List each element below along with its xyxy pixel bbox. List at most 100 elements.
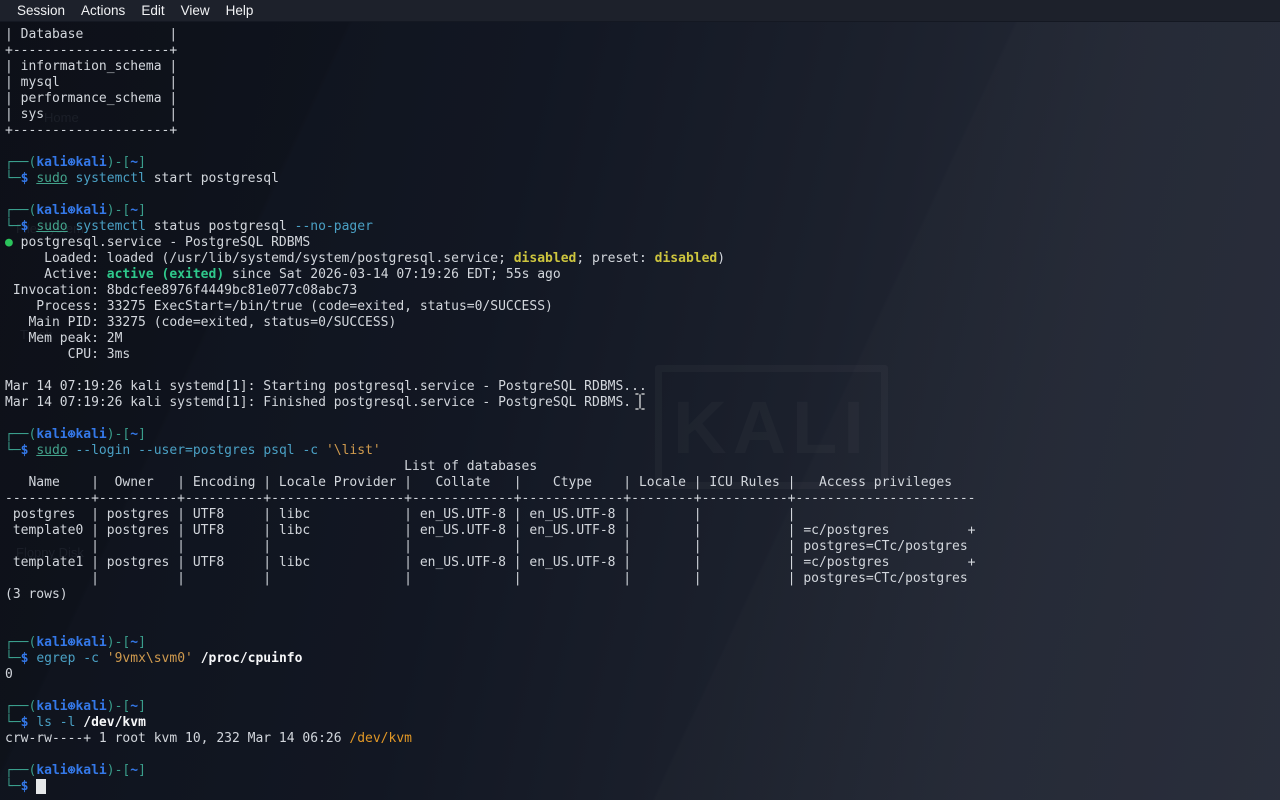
- terminal-line: [5, 603, 1280, 619]
- terminal-text: ~: [130, 699, 138, 714]
- terminal-text: --no-pager: [295, 219, 373, 234]
- terminal-text: Loaded: loaded (/usr/lib/systemd/system/…: [5, 251, 514, 266]
- terminal-text: | information_schema |: [5, 59, 177, 74]
- terminal-line: 0: [5, 667, 1280, 683]
- terminal-text: └─: [5, 651, 21, 666]
- terminal-line: Process: 33275 ExecStart=/bin/true (code…: [5, 299, 1280, 315]
- terminal-text: --login: [75, 443, 130, 458]
- terminal-text: status postgresql: [146, 219, 295, 234]
- terminal-text: ●: [5, 235, 13, 250]
- terminal-text: template0 | postgres | UTF8 | libc | en_…: [5, 523, 976, 538]
- terminal-line: | performance_schema |: [5, 91, 1280, 107]
- menu-help[interactable]: Help: [218, 1, 262, 20]
- terminal-text: --user=postgres: [138, 443, 255, 458]
- terminal-text: kali⊛kali: [36, 155, 106, 170]
- terminal-text: [193, 651, 201, 666]
- menu-view[interactable]: View: [173, 1, 218, 20]
- terminal-text: | mysql |: [5, 75, 177, 90]
- terminal-text: ┌──(: [5, 763, 36, 778]
- terminal-text: -l: [60, 715, 76, 730]
- terminal-line: ┌──(kali⊛kali)-[~]: [5, 155, 1280, 171]
- menu-actions[interactable]: Actions: [73, 1, 133, 20]
- terminal-line: [5, 747, 1280, 763]
- terminal-text: | sys |: [5, 107, 177, 122]
- terminal-line: crw-rw----+ 1 root kvm 10, 232 Mar 14 06…: [5, 731, 1280, 747]
- terminal-text: ]: [138, 763, 146, 778]
- terminal-line: -----------+----------+----------+------…: [5, 491, 1280, 507]
- terminal-text: since Sat 2026-03-14 07:19:26 EDT; 55s a…: [224, 267, 561, 282]
- terminal-line: (3 rows): [5, 587, 1280, 603]
- terminal-text: ; preset:: [576, 251, 654, 266]
- terminal-text: Name | Owner | Encoding | Locale Provide…: [5, 475, 976, 490]
- terminal-text: psql: [263, 443, 294, 458]
- terminal-text: Main PID: 33275 (code=exited, status=0/S…: [5, 315, 396, 330]
- terminal-line: Invocation: 8bdcfee8976f4449bc81e077c08a…: [5, 283, 1280, 299]
- terminal-output[interactable]: | Database |+--------------------+| info…: [0, 22, 1280, 800]
- terminal-text: ~: [130, 203, 138, 218]
- terminal-text: -c: [83, 651, 99, 666]
- terminal-text: ~: [130, 155, 138, 170]
- terminal-text: └─: [5, 443, 21, 458]
- terminal-text: ls: [36, 715, 52, 730]
- terminal-text: -----------+----------+----------+------…: [5, 491, 976, 506]
- terminal-text: ]: [138, 699, 146, 714]
- terminal-text: +--------------------+: [5, 43, 177, 58]
- terminal-text: sudo: [36, 219, 67, 234]
- terminal-text: kali⊛kali: [36, 427, 106, 442]
- terminal-text: List of databases: [5, 459, 537, 474]
- terminal-text: [130, 443, 138, 458]
- terminal-text: /dev/kvm: [349, 731, 412, 746]
- terminal-text: systemctl: [75, 171, 145, 186]
- terminal-text: postgresql.service - PostgreSQL RDBMS: [13, 235, 310, 250]
- terminal-text: )-[: [107, 203, 130, 218]
- menu-session[interactable]: Session: [9, 1, 73, 20]
- terminal-text: | Database |: [5, 27, 177, 42]
- terminal-line: [5, 411, 1280, 427]
- terminal-line: [5, 363, 1280, 379]
- terminal-line: [5, 139, 1280, 155]
- terminal-text: +--------------------+: [5, 123, 177, 138]
- terminal-text: ┌──(: [5, 427, 36, 442]
- terminal-text: ): [717, 251, 725, 266]
- terminal-text: systemctl: [75, 219, 145, 234]
- terminal-line: Mem peak: 2M: [5, 331, 1280, 347]
- terminal-text: sudo: [36, 171, 67, 186]
- terminal-text: | performance_schema |: [5, 91, 177, 106]
- terminal-text: [52, 715, 60, 730]
- terminal-text: egrep: [36, 651, 75, 666]
- terminal-text: disabled: [655, 251, 718, 266]
- terminal-text: | | | | | | | | postgres=CTc/postgres: [5, 539, 968, 554]
- terminal-text: Mar 14 07:19:26 kali systemd[1]: Startin…: [5, 379, 647, 394]
- terminal-text: -c: [302, 443, 318, 458]
- terminal-line: Main PID: 33275 (code=exited, status=0/S…: [5, 315, 1280, 331]
- terminal-line: └─$ sudo systemctl status postgresql --n…: [5, 219, 1280, 235]
- terminal-text: [99, 651, 107, 666]
- terminal-text: active (exited): [107, 267, 224, 282]
- terminal-text: 0: [5, 667, 13, 682]
- terminal-text: ]: [138, 427, 146, 442]
- menu-edit[interactable]: Edit: [133, 1, 172, 20]
- terminal-text: /proc/cpuinfo: [201, 651, 303, 666]
- terminal-text: (3 rows): [5, 587, 68, 602]
- terminal-text: kali⊛kali: [36, 635, 106, 650]
- terminal-line: | information_schema |: [5, 59, 1280, 75]
- terminal-line: | Database |: [5, 27, 1280, 43]
- terminal-text: disabled: [514, 251, 577, 266]
- terminal-text: crw-rw----+ 1 root kvm 10, 232 Mar 14 06…: [5, 731, 349, 746]
- terminal-line: CPU: 3ms: [5, 347, 1280, 363]
- terminal-text: start postgresql: [146, 171, 279, 186]
- terminal-line: +--------------------+: [5, 123, 1280, 139]
- terminal-line: template1 | postgres | UTF8 | libc | en_…: [5, 555, 1280, 571]
- terminal-line: [5, 619, 1280, 635]
- terminal-text: ~: [130, 763, 138, 778]
- terminal-text: /dev/kvm: [83, 715, 146, 730]
- terminal-text: )-[: [107, 155, 130, 170]
- terminal-text: sudo: [36, 443, 67, 458]
- terminal-text: )-[: [107, 427, 130, 442]
- terminal-line: ● postgresql.service - PostgreSQL RDBMS: [5, 235, 1280, 251]
- terminal-text: | | | | | | | | postgres=CTc/postgres: [5, 571, 968, 586]
- terminal-line: └─$: [5, 779, 1280, 795]
- terminal-text: )-[: [107, 699, 130, 714]
- terminal-line: | | | | | | | | postgres=CTc/postgres: [5, 539, 1280, 555]
- terminal-line: Active: active (exited) since Sat 2026-0…: [5, 267, 1280, 283]
